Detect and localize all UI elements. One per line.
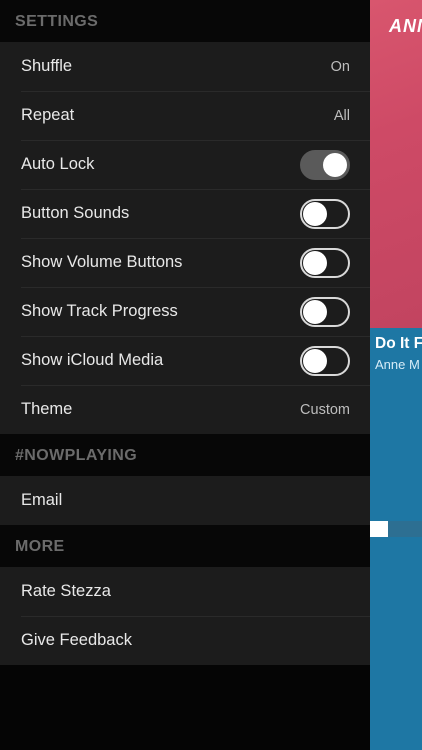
row-label-rate-stezza: Rate Stezza (21, 582, 111, 600)
row-label-show-icloud-media: Show iCloud Media (21, 351, 164, 369)
button-sounds-toggle[interactable] (300, 198, 350, 229)
toggle-knob (303, 299, 327, 324)
row-email[interactable]: Email (0, 476, 370, 525)
section-header-more: MORE (0, 525, 370, 567)
toggle-knob (303, 348, 327, 373)
artwork-lettering: ANN (389, 16, 422, 36)
row-label-show-volume-buttons: Show Volume Buttons (21, 253, 183, 271)
row-label-button-sounds: Button Sounds (21, 204, 130, 222)
toggle-knob (303, 201, 327, 226)
settings-group: Shuffle On Repeat All Auto Lock Button S… (0, 42, 370, 434)
row-auto-lock: Auto Lock (0, 140, 370, 189)
row-shuffle[interactable]: Shuffle On (0, 42, 370, 91)
row-value-theme: Custom (300, 401, 350, 418)
row-label-shuffle: Shuffle (21, 57, 73, 75)
toggle-knob (303, 250, 327, 275)
row-label-auto-lock: Auto Lock (21, 155, 95, 173)
show-volume-buttons-toggle[interactable] (300, 247, 350, 278)
section-header-nowplaying: #NOWPLAYING (0, 434, 370, 476)
row-label-show-track-progress: Show Track Progress (21, 302, 178, 320)
row-rate-stezza[interactable]: Rate Stezza (0, 567, 370, 616)
row-label-give-feedback: Give Feedback (21, 631, 132, 649)
track-title: Do It F (375, 335, 422, 352)
more-group: Rate Stezza Give Feedback (0, 567, 370, 665)
row-show-icloud-media: Show iCloud Media (0, 336, 370, 385)
row-label-repeat: Repeat (21, 106, 75, 124)
auto-lock-toggle[interactable] (300, 149, 350, 180)
track-progress-bar[interactable] (370, 521, 422, 537)
show-icloud-media-toggle[interactable] (300, 345, 350, 376)
row-repeat[interactable]: Repeat All (0, 91, 370, 140)
section-header-settings: SETTINGS (0, 0, 370, 42)
show-track-progress-toggle[interactable] (300, 296, 350, 327)
row-value-repeat: All (333, 107, 350, 124)
toggle-knob (323, 152, 347, 177)
now-playing-panel[interactable]: ANN Do It F Anne M (370, 0, 422, 750)
row-value-shuffle: On (330, 58, 350, 75)
row-button-sounds: Button Sounds (0, 189, 370, 238)
row-theme[interactable]: Theme Custom (0, 385, 370, 434)
settings-drawer: SETTINGS Shuffle On Repeat All Auto Lock… (0, 0, 370, 750)
nowplaying-group: Email (0, 476, 370, 525)
row-give-feedback[interactable]: Give Feedback (0, 616, 370, 665)
app-screen: SETTINGS Shuffle On Repeat All Auto Lock… (0, 0, 422, 750)
row-label-email: Email (21, 491, 63, 509)
row-show-track-progress: Show Track Progress (0, 287, 370, 336)
album-artwork: ANN (370, 0, 422, 328)
track-progress-fill (370, 521, 389, 537)
row-show-volume-buttons: Show Volume Buttons (0, 238, 370, 287)
track-artist: Anne M (375, 357, 420, 372)
row-label-theme: Theme (21, 400, 73, 418)
